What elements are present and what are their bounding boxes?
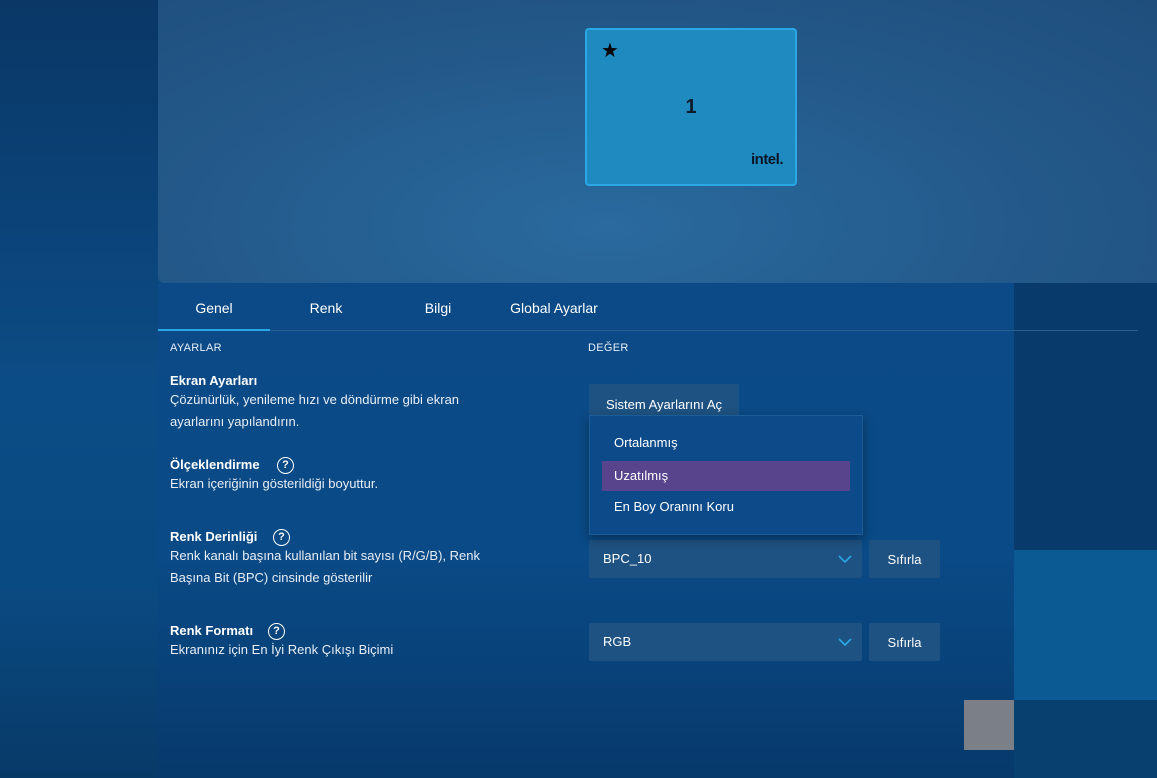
background-block [1014,700,1157,778]
chevron-down-icon [838,555,852,564]
intel-logo: intel. [750,151,784,168]
scaling-help-icon[interactable]: ? [277,457,294,474]
color-format-value: RGB [603,634,632,649]
tab-bar: Genel Renk Bilgi Global Ayarlar [158,290,1138,331]
value-column-header: DEĞER [588,342,629,354]
color-depth-title: Renk Derinliği [170,529,258,544]
scaling-option-centered[interactable]: Ortalanmış [602,428,850,458]
display-number: 1 [685,96,697,118]
color-format-select[interactable]: RGB [589,623,862,661]
color-depth-value: BPC_10 [603,551,652,566]
display-1-tile[interactable]: ★ 1 intel. [585,28,797,186]
color-format-help-icon[interactable]: ? [268,623,285,640]
scaling-description: Ekran içeriğinin gösterildiği boyuttur. [170,476,379,491]
background-block [1014,550,1157,700]
color-depth-select[interactable]: BPC_10 [589,540,862,578]
tab-genel[interactable]: Genel [158,300,270,331]
color-format-description: Ekranınız için En İyi Renk Çıkışı Biçimi [170,642,394,657]
description-line: Renk kanalı başına kullanılan bit sayısı… [170,548,480,563]
description-line: Çözünürlük, yenileme hızı ve döndürme gi… [170,392,460,407]
scaling-title: Ölçeklendirme [170,457,260,472]
color-format-title: Renk Formatı [170,623,254,638]
screen-settings-title: Ekran Ayarları [170,373,258,388]
tab-renk[interactable]: Renk [286,300,366,331]
settings-column-header: AYARLAR [170,342,222,354]
color-format-reset-button[interactable]: Sıfırla [869,623,940,661]
scaling-dropdown-menu: Ortalanmış Uzatılmış En Boy Oranını Koru [589,415,863,535]
color-depth-help-icon[interactable]: ? [273,529,290,546]
color-depth-description: Renk kanalı başına kullanılan bit sayısı… [170,545,530,589]
scaling-option-stretched[interactable]: Uzatılmış [602,461,850,491]
scaling-option-maintain-aspect[interactable]: En Boy Oranını Koru [602,492,850,522]
tab-bilgi[interactable]: Bilgi [398,300,478,331]
chevron-down-icon [838,638,852,647]
screen-settings-description: Çözünürlük, yenileme hızı ve döndürme gi… [170,389,530,433]
background-block [964,700,1014,750]
description-line: Başına Bit (BPC) cinsinde gösterilir [170,570,373,585]
tab-global-ayarlar[interactable]: Global Ayarlar [504,300,604,331]
primary-display-star-icon: ★ [601,40,619,62]
background-left-panel [0,0,158,778]
description-line: ayarlarını yapılandırın. [170,414,300,429]
color-depth-reset-button[interactable]: Sıfırla [869,540,940,578]
